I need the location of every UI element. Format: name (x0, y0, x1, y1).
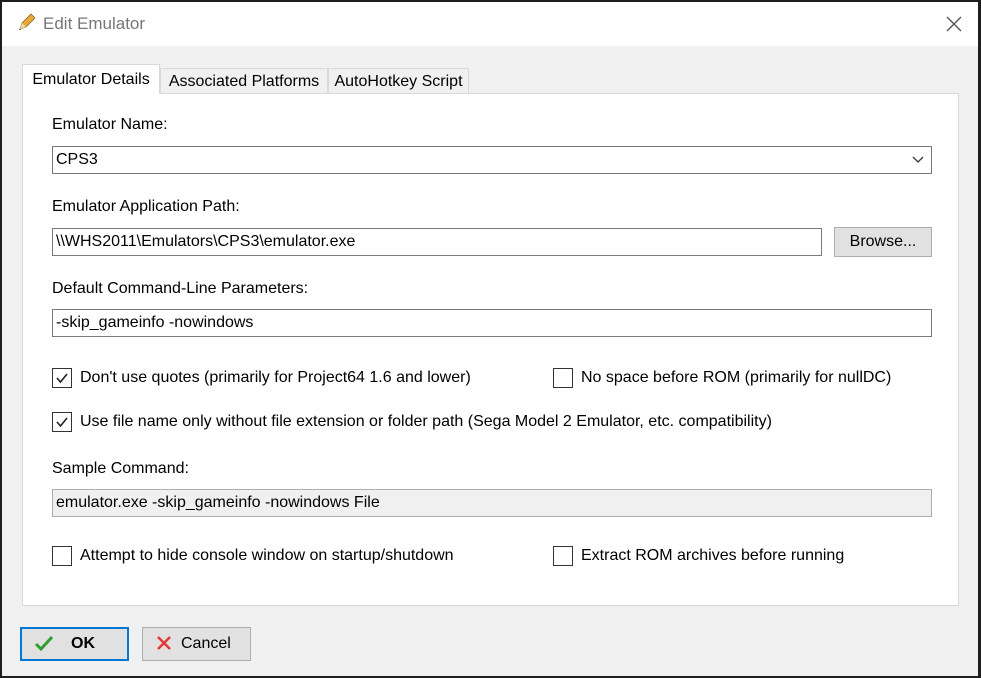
ok-button-label: OK (71, 635, 95, 652)
title-bar: Edit Emulator (2, 2, 978, 46)
emulator-name-label: Emulator Name: (52, 116, 168, 133)
tab-autohotkey-script[interactable]: AutoHotkey Script (328, 68, 469, 94)
command-line-params-value: -skip_gameinfo -nowindows (56, 314, 254, 331)
dont-use-quotes-label: Don't use quotes (primarily for Project6… (80, 369, 471, 386)
close-icon[interactable] (944, 14, 964, 34)
sample-command-field: emulator.exe -skip_gameinfo -nowindows F… (52, 489, 932, 517)
no-space-before-rom-checkbox[interactable] (553, 368, 573, 388)
cancel-button-label: Cancel (181, 635, 231, 652)
dont-use-quotes-checkbox[interactable] (52, 368, 72, 388)
emulator-name-combobox[interactable]: CPS3 (52, 146, 932, 174)
window-title: Edit Emulator (43, 14, 146, 33)
chevron-down-icon (912, 156, 924, 163)
checkmark-icon (34, 635, 54, 652)
command-line-params-label: Default Command-Line Parameters: (52, 280, 309, 297)
hide-console-checkbox[interactable] (52, 546, 72, 566)
browse-button[interactable]: Browse... (834, 227, 932, 257)
no-space-before-rom-label: No space before ROM (primarily for nullD… (581, 369, 892, 386)
ok-button[interactable]: OK (20, 627, 129, 661)
sample-command-value: emulator.exe -skip_gameinfo -nowindows F… (56, 494, 380, 511)
tab-emulator-details[interactable]: Emulator Details (22, 64, 160, 94)
cancel-button[interactable]: Cancel (142, 627, 251, 661)
tab-associated-platforms[interactable]: Associated Platforms (160, 68, 328, 94)
emulator-name-value: CPS3 (56, 151, 98, 168)
emulator-path-label: Emulator Application Path: (52, 198, 240, 215)
pencil-icon (19, 13, 36, 30)
emulator-details-panel: Emulator Name: CPS3 Emulator Application… (22, 93, 959, 606)
sample-command-label: Sample Command: (52, 460, 189, 477)
extract-rom-label: Extract ROM archives before running (581, 547, 845, 564)
emulator-path-value: \\WHS2011\Emulators\CPS3\emulator.exe (56, 233, 356, 250)
checkmark-icon (56, 373, 68, 384)
x-icon (157, 636, 171, 650)
file-name-only-checkbox[interactable] (52, 412, 72, 432)
edit-emulator-dialog: Edit Emulator Emulator Details Associate… (2, 2, 978, 676)
emulator-path-input[interactable]: \\WHS2011\Emulators\CPS3\emulator.exe (52, 228, 822, 256)
checkmark-icon (56, 417, 68, 428)
hide-console-label: Attempt to hide console window on startu… (80, 547, 454, 564)
file-name-only-label: Use file name only without file extensio… (80, 413, 772, 430)
command-line-params-input[interactable]: -skip_gameinfo -nowindows (52, 309, 932, 337)
extract-rom-checkbox[interactable] (553, 546, 573, 566)
